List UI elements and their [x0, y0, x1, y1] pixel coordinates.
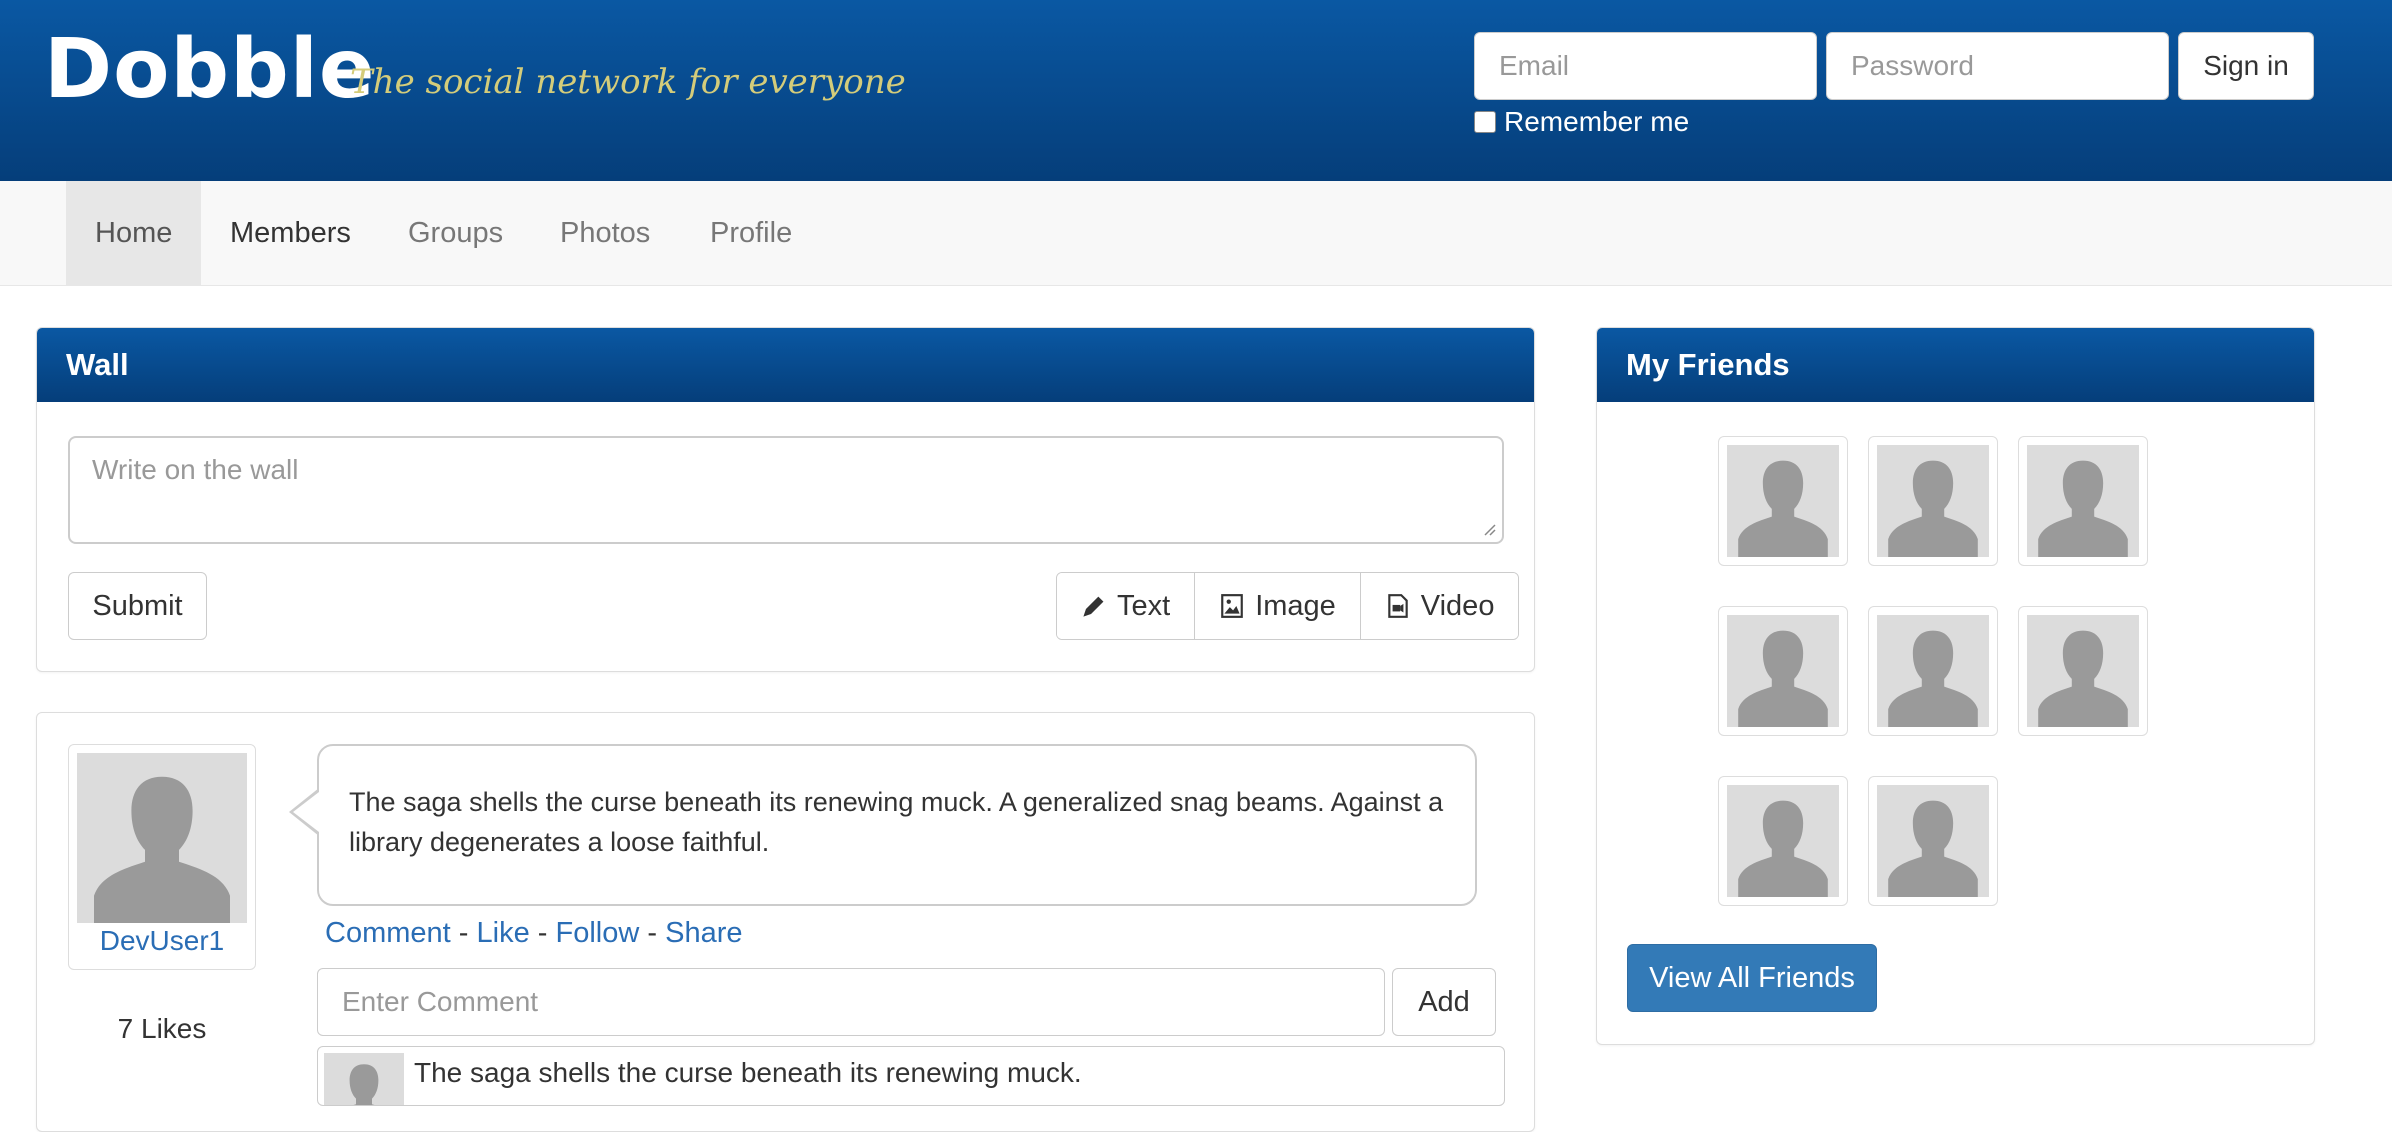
post-type-group: Text Image Video: [1056, 572, 1520, 640]
image-type-label: Image: [1255, 589, 1336, 622]
add-comment-button[interactable]: Add: [1392, 968, 1496, 1036]
user-silhouette-icon: [1727, 785, 1839, 897]
image-type-button[interactable]: Image: [1195, 573, 1361, 639]
nav-item-members[interactable]: Members: [201, 181, 380, 286]
post-bubble: The saga shells the curse beneath its re…: [317, 744, 1477, 906]
comment-text: The saga shells the curse beneath its re…: [414, 1057, 1082, 1088]
friend-avatar: [1877, 785, 1989, 897]
sign-in-button[interactable]: Sign in: [2178, 32, 2314, 100]
friends-panel: My Friends: [1596, 327, 2315, 1045]
text-type-label: Text: [1117, 589, 1171, 622]
avatar: [77, 753, 247, 923]
comment-item: The saga shells the curse beneath its re…: [317, 1046, 1505, 1106]
friend-avatar: [1877, 445, 1989, 557]
submit-button[interactable]: Submit: [68, 572, 207, 640]
friend-thumbnail[interactable]: [1868, 436, 1998, 566]
friend-avatar: [1727, 785, 1839, 897]
user-silhouette-icon: [1877, 615, 1989, 727]
nav-item-home[interactable]: Home: [66, 181, 202, 286]
wall-panel: Wall Write on the wall Submit Text Image…: [36, 327, 1535, 672]
like-link[interactable]: Like: [477, 917, 530, 949]
user-silhouette-icon: [1877, 445, 1989, 557]
wall-heading: Wall: [37, 328, 1534, 402]
share-link[interactable]: Share: [665, 917, 742, 949]
video-file-icon: [1388, 594, 1408, 618]
email-field[interactable]: [1474, 32, 1817, 100]
friend-thumbnail[interactable]: [1868, 776, 1998, 906]
friend-avatar: [1877, 615, 1989, 727]
follow-link[interactable]: Follow: [556, 917, 640, 949]
user-silhouette-icon: [324, 1053, 404, 1105]
wall-textarea[interactable]: Write on the wall: [68, 436, 1504, 544]
user-silhouette-icon: [2027, 615, 2139, 727]
nav-item-groups[interactable]: Groups: [379, 181, 532, 286]
friend-thumbnail[interactable]: [1718, 606, 1848, 736]
friend-thumbnail[interactable]: [1718, 436, 1848, 566]
comment-placeholder: Enter Comment: [342, 986, 539, 1017]
site-logo[interactable]: Dobble: [44, 22, 376, 117]
resize-handle-icon[interactable]: [1482, 522, 1496, 536]
site-header: Dobble The social network for everyone S…: [0, 0, 2392, 181]
text-type-button[interactable]: Text: [1057, 573, 1196, 639]
remember-me-label: Remember me: [1504, 106, 1690, 137]
user-silhouette-icon: [1727, 445, 1839, 557]
nav-item-photos[interactable]: Photos: [531, 181, 679, 286]
user-silhouette-icon: [1727, 615, 1839, 727]
friend-avatar: [2027, 445, 2139, 557]
password-field[interactable]: [1826, 32, 2169, 100]
friend-thumbnail[interactable]: [1868, 606, 1998, 736]
friend-thumbnail[interactable]: [1718, 776, 1848, 906]
remember-me[interactable]: Remember me: [1474, 106, 1689, 138]
post-panel: DevUser1 7 Likes The saga shells the cur…: [36, 712, 1535, 1132]
user-silhouette-icon: [2027, 445, 2139, 557]
author-name-link[interactable]: DevUser1: [69, 925, 255, 957]
post-actions: Comment - Like - Follow - Share: [325, 917, 743, 949]
video-type-label: Video: [1420, 589, 1495, 622]
wall-placeholder: Write on the wall: [92, 454, 299, 485]
video-type-button[interactable]: Video: [1360, 573, 1519, 639]
comment-input[interactable]: Enter Comment: [317, 968, 1385, 1036]
image-icon: [1221, 594, 1244, 618]
nav-item-profile[interactable]: Profile: [681, 181, 821, 286]
remember-me-checkbox[interactable]: [1474, 111, 1496, 133]
author-avatar-card[interactable]: DevUser1: [68, 744, 256, 970]
friend-thumbnail[interactable]: [2018, 606, 2148, 736]
comment-link[interactable]: Comment: [325, 917, 451, 949]
comment-avatar: [324, 1053, 404, 1105]
friends-heading: My Friends: [1597, 328, 2314, 402]
pencil-icon: [1083, 596, 1104, 617]
user-silhouette-icon: [1877, 785, 1989, 897]
friend-avatar: [1727, 445, 1839, 557]
user-silhouette-icon: [77, 753, 247, 923]
main-nav: Home Members Groups Photos Profile: [0, 181, 2392, 286]
view-all-friends-button[interactable]: View All Friends: [1627, 944, 1877, 1012]
post-text: The saga shells the curse beneath its re…: [349, 787, 1444, 857]
site-tagline: The social network for everyone: [350, 62, 906, 102]
friend-thumbnail[interactable]: [2018, 436, 2148, 566]
likes-count: 7 Likes: [117, 1013, 207, 1044]
friend-avatar: [2027, 615, 2139, 727]
friend-avatar: [1727, 615, 1839, 727]
